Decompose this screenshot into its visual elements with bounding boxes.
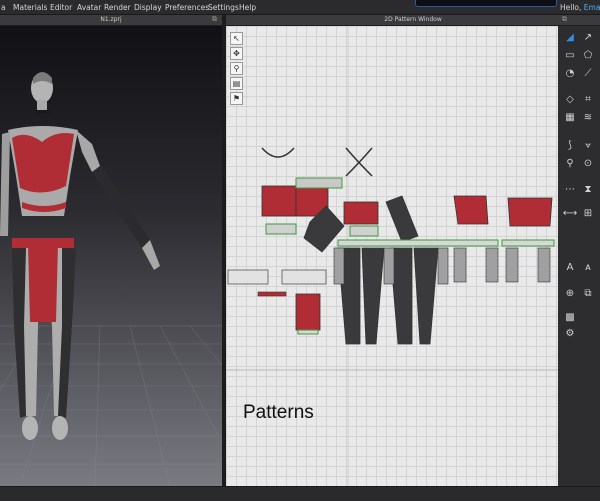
zipper-icon[interactable]: ⧗ [580,182,596,197]
segment-sewing-icon[interactable]: ⟆ [562,138,578,153]
puckering-icon[interactable]: ≋ [580,110,596,125]
pattern-toolbar: ◢ ↗ ▭ ⬠ ◔ ⟋ ◇ ⌗ ▦ ≋ ⟆ ⟇ ⚲ ⊙ ⋯ ⧗ ⟷ ⊞ A ᴀ … [558,26,600,486]
pattern-top-front-left[interactable] [261,185,297,217]
pattern-top-piece-b[interactable] [507,197,553,227]
avatar-icon[interactable]: ⊕ [562,286,578,301]
menu-bar: a Materials Editor Avatar Render Display… [0,0,600,15]
internal-line-icon[interactable]: ⟋ [580,66,596,81]
dart-icon[interactable]: ◇ [562,92,578,107]
pattern-strip-mid[interactable] [281,269,327,285]
pattern-side-5[interactable] [485,247,499,283]
pin-icon[interactable]: ⚲ [562,156,578,171]
zoom-tool-icon[interactable]: ⚲ [230,62,243,75]
2d-tool-strip: ↖ ✥ ⚲ ▤ ⚑ [230,32,243,107]
2d-pattern-canvas[interactable]: ↖ ✥ ⚲ ▤ ⚑ Patterns [226,26,558,486]
pattern-band-left[interactable] [265,223,297,235]
viewport3d-titlebar: N1.zprj ⧉ [0,15,222,26]
measure-icon[interactable]: ⟷ [562,206,578,221]
sewing-tool-icon[interactable]: ▤ [230,77,243,90]
status-bar [0,486,600,501]
pattern-side-3[interactable] [437,247,449,285]
pattern-side-7[interactable] [537,247,551,283]
pattern-top-back[interactable] [343,201,379,225]
free-sewing-icon[interactable]: ⟇ [580,138,596,153]
pattern-skirt-panel[interactable] [295,293,321,331]
legging-left [12,248,26,418]
select-tool-icon[interactable]: ↖ [230,32,243,45]
trace-icon[interactable]: ⌗ [580,92,596,107]
menu-materials[interactable]: Materials [13,2,47,13]
pattern-window-title: 2D Pattern Window [384,16,442,23]
top-status-panel [415,0,557,7]
menu-render[interactable]: Render [104,2,131,13]
menu-settings[interactable]: Settings [208,2,239,13]
button-icon[interactable]: ⊙ [580,156,596,171]
pattern-band-center[interactable] [349,225,379,237]
red-crop-top [12,133,74,193]
edit-pattern-icon[interactable]: ↗ [580,30,596,45]
pattern-legging-b[interactable] [361,247,385,345]
pattern-strip-left[interactable] [227,269,269,285]
fabric-icon[interactable]: ▩ [562,310,578,325]
user-greeting[interactable]: Hello, EmadAb [560,2,600,13]
pattern-choker-curve[interactable] [261,147,295,158]
avatar-figure[interactable] [0,26,222,486]
avatar-right-foot [52,416,68,440]
rectangle-icon[interactable]: ▭ [562,48,578,63]
pattern-waistband[interactable] [337,239,499,247]
patterns-caption: Patterns [243,402,314,423]
menu-avatar[interactable]: Avatar [77,2,101,13]
pattern-skirt-hem[interactable] [297,329,319,335]
avatar-left-arm [0,132,10,236]
pattern-side-2[interactable] [383,247,395,285]
text-icon[interactable]: A [562,260,578,275]
pattern-band-top[interactable] [295,177,343,189]
menu-help[interactable]: Help [239,2,256,13]
choker [35,110,49,114]
pattern-top-piece-a[interactable] [453,195,489,225]
greeting-prefix: Hello, [560,3,582,12]
grade-icon[interactable]: ⊞ [580,206,596,221]
arrange-icon[interactable]: ⧉ [580,286,596,301]
pattern-waistband-right[interactable] [501,239,555,247]
circle-icon[interactable]: ◔ [562,66,578,81]
trim-icon[interactable]: ⚙ [562,326,578,341]
pattern-side-6[interactable] [505,247,519,283]
menu-preferences[interactable]: Preferences [165,2,209,13]
pattern-window-titlebar: 2D Pattern Window ⧉ [226,15,600,26]
menu-editor[interactable]: Editor [50,2,72,13]
pattern-belt-strip[interactable] [257,291,287,297]
pattern-sleeve-right[interactable] [385,195,419,243]
viewport3d-title: N1.zprj [100,16,122,23]
pattern-legging-d[interactable] [413,247,439,345]
fold-icon[interactable]: ▦ [562,110,578,125]
menu-display[interactable]: Display [134,2,162,13]
transform-tool-icon[interactable]: ✥ [230,47,243,60]
pin-tool-icon[interactable]: ⚑ [230,92,243,105]
avatar-right-upper-arm [76,130,100,172]
user-name[interactable]: EmadAb [584,3,600,12]
undock-icon[interactable]: ⧉ [561,16,568,23]
topstitch-icon[interactable]: ⋯ [562,182,578,197]
polygon-icon[interactable]: ⬠ [580,48,596,63]
black-sleeve [92,166,150,248]
annotation-icon[interactable]: ᴀ [580,260,596,275]
menu-item[interactable]: a [1,2,6,13]
pattern-side-1[interactable] [333,247,345,285]
avatar-left-foot [22,416,38,440]
pattern-side-4[interactable] [453,247,467,283]
3d-garment-viewport[interactable] [0,26,222,486]
undock-icon[interactable]: ⧉ [211,16,218,23]
pattern-halter-straps[interactable] [345,147,373,177]
red-skirt-panel [28,244,58,322]
select-icon[interactable]: ◢ [562,30,578,45]
